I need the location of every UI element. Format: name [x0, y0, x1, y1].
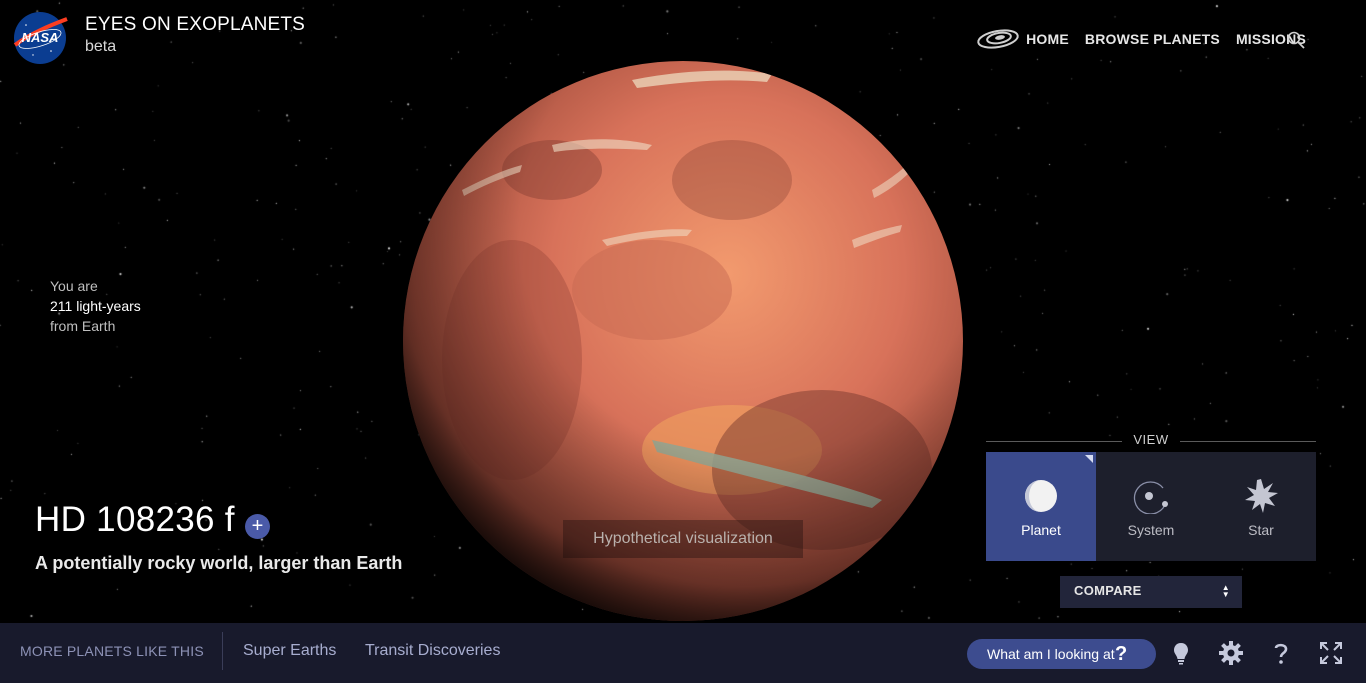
gear-icon[interactable]	[1218, 640, 1244, 666]
nasa-logo[interactable]: NASA	[11, 11, 69, 65]
svg-text:NASA: NASA	[22, 30, 59, 45]
lightbulb-icon[interactable]	[1168, 640, 1194, 666]
divider	[222, 632, 223, 670]
galaxy-icon[interactable]	[976, 28, 1020, 50]
app-title: EYES ON EXOPLANETS	[85, 14, 306, 35]
planet-name: HD 108236 f	[35, 500, 235, 539]
view-divider-right	[1180, 441, 1316, 442]
star-icon	[1245, 479, 1278, 513]
fullscreen-icon[interactable]	[1318, 640, 1344, 666]
view-option-planet[interactable]: Planet	[986, 452, 1096, 561]
help-button-label: What am I looking at	[987, 646, 1115, 662]
distance-value: 211 light-years	[50, 298, 141, 314]
view-label: VIEW	[1133, 432, 1169, 447]
nav-browse-planets[interactable]: BROWSE PLANETS	[1085, 31, 1220, 47]
view-option-star[interactable]: Star	[1206, 452, 1316, 561]
compare-select[interactable]: COMPARE ▲ ▼	[1060, 576, 1242, 608]
app-subtitle: beta	[85, 38, 117, 55]
view-option-label: Star	[1248, 522, 1274, 538]
question-mark-icon: ?	[1115, 643, 1128, 665]
view-option-label: System	[1127, 522, 1175, 538]
what-am-i-looking-at-button[interactable]: What am I looking at ?	[967, 639, 1156, 669]
planet-icon	[1025, 480, 1057, 512]
hypothetical-visualization-label: Hypothetical visualization	[563, 520, 803, 558]
link-transit-discoveries[interactable]: Transit Discoveries	[365, 642, 500, 660]
help-icon[interactable]	[1268, 640, 1294, 666]
more-planets-label: MORE PLANETS LIKE THIS	[20, 643, 204, 659]
view-selector: Planet System Star	[986, 452, 1316, 561]
distance-prefix: You are	[50, 278, 98, 294]
distance-readout: You are 211 light-years from Earth	[50, 276, 141, 336]
distance-suffix: from Earth	[50, 318, 116, 334]
top-nav: HOME BROWSE PLANETS MISSIONS	[976, 26, 1306, 52]
planet-description: A potentially rocky world, larger than E…	[35, 553, 403, 573]
view-option-label: Planet	[1021, 522, 1061, 538]
active-corner-marker	[1085, 455, 1093, 463]
nav-home[interactable]: HOME	[1026, 31, 1069, 47]
system-icon	[1133, 481, 1168, 514]
compare-label: COMPARE	[1074, 583, 1142, 598]
link-super-earths[interactable]: Super Earths	[243, 642, 336, 660]
bottom-bar: MORE PLANETS LIKE THIS Super Earths Tran…	[0, 623, 1366, 683]
add-planet-button[interactable]: +	[245, 514, 270, 539]
view-divider-left	[986, 441, 1122, 442]
select-arrows-icon: ▲ ▼	[1221, 583, 1230, 599]
view-option-system[interactable]: System	[1096, 452, 1206, 561]
search-icon[interactable]	[1286, 30, 1306, 50]
